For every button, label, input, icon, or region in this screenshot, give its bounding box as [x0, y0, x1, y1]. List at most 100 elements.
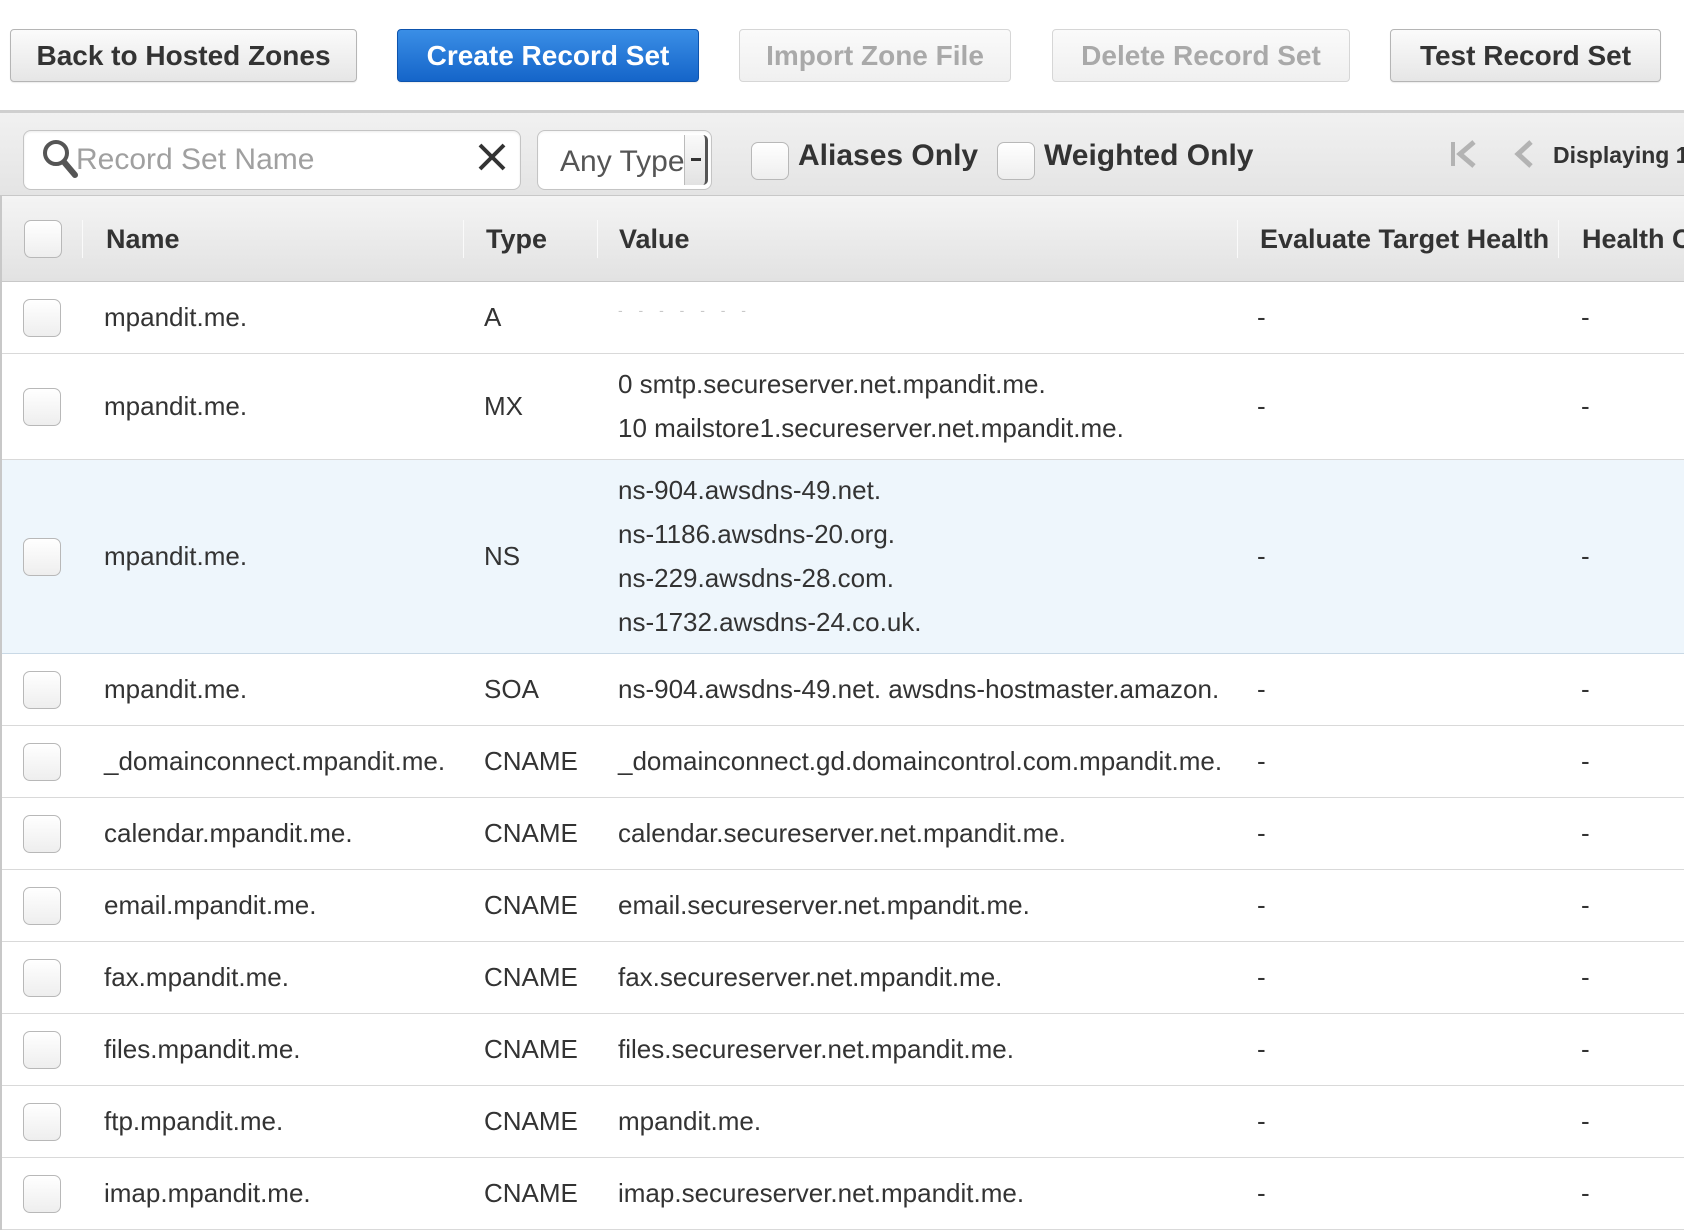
column-header-name[interactable]: Name — [106, 224, 180, 255]
row-checkbox[interactable] — [23, 1031, 61, 1069]
test-record-set-button[interactable]: Test Record Set — [1390, 29, 1661, 82]
row-checkbox[interactable] — [23, 887, 61, 925]
filter-bar: Any Type Aliases Only Weighted Only Disp… — [0, 110, 1684, 196]
row-checkbox[interactable] — [23, 1175, 61, 1213]
column-separator — [597, 220, 598, 258]
column-header-evaluate-target-health[interactable]: Evaluate Target Health — [1260, 224, 1549, 255]
health-check-value: - — [1581, 674, 1590, 704]
row-checkbox[interactable] — [23, 299, 61, 337]
evaluate-target-health-value: - — [1257, 302, 1266, 332]
record-name: mpandit.me. — [104, 541, 248, 571]
record-value-line: ns-1732.awsdns-24.co.uk. — [618, 607, 922, 637]
record-type: CNAME — [484, 890, 578, 920]
row-checkbox[interactable] — [23, 1103, 61, 1141]
row-checkbox[interactable] — [23, 959, 61, 997]
record-value-line: ns-229.awsdns-28.com. — [618, 563, 895, 593]
record-name: mpandit.me. — [104, 302, 248, 332]
record-type: NS — [484, 541, 521, 571]
record-set-name-search-input[interactable] — [76, 139, 456, 181]
record-value-line: ns-904.awsdns-49.net. awsdns-hostmaster.… — [618, 674, 1220, 704]
table-row[interactable]: mpandit.me. SOA - - ns-904.awsdns-49.net. aw… — [2, 654, 1684, 726]
evaluate-target-health-value: - — [1257, 890, 1266, 920]
record-value-line: files.secureserver.net.mpandit.me. — [618, 1034, 1014, 1064]
record-name: email.mpandit.me. — [104, 890, 317, 920]
row-checkbox[interactable] — [23, 538, 61, 576]
row-checkbox[interactable] — [23, 671, 61, 709]
table-row[interactable]: _domainconnect.mpandit.me. CNAME - - _domain… — [2, 726, 1684, 798]
pager-label: Displaying 1 — [1553, 142, 1684, 168]
health-check-value: - — [1581, 1034, 1590, 1064]
weighted-only-label: Weighted Only — [1044, 139, 1254, 172]
column-header-value[interactable]: Value — [619, 224, 690, 255]
health-check-value: - — [1581, 541, 1590, 571]
health-check-value: - — [1581, 962, 1590, 992]
record-type: SOA — [484, 674, 539, 704]
first-page-icon[interactable] — [1448, 137, 1482, 171]
record-name: imap.mpandit.me. — [104, 1178, 311, 1208]
record-value: fax.secureserver.net.mpandit.me. — [618, 962, 1002, 1006]
create-record-set-button[interactable]: Create Record Set — [397, 29, 699, 82]
evaluate-target-health-value: - — [1257, 391, 1266, 421]
import-zone-file-button[interactable]: Import Zone File — [739, 29, 1011, 82]
record-name: fax.mpandit.me. — [104, 962, 289, 992]
record-value-line: 0 smtp.secureserver.net.mpandit.me. — [618, 369, 1046, 399]
record-type: MX — [484, 391, 523, 421]
record-value-line: _domainconnect.gd.domaincontrol.com.mpan… — [618, 746, 1223, 776]
row-checkbox[interactable] — [23, 743, 61, 781]
evaluate-target-health-value: - — [1257, 1178, 1266, 1208]
health-check-value: - — [1581, 890, 1590, 920]
health-check-value: - — [1581, 391, 1590, 421]
table-row[interactable]: email.mpandit.me. CNAME - - email.secureserv… — [2, 870, 1684, 942]
record-value-line: imap.secureserver.net.mpandit.me. — [618, 1178, 1025, 1208]
record-value: - - - - - - - — [618, 302, 752, 346]
aliases-only-checkbox[interactable] — [751, 142, 789, 180]
column-header-type[interactable]: Type — [486, 224, 547, 255]
row-checkbox[interactable] — [23, 815, 61, 853]
back-to-hosted-zones-button[interactable]: Back to Hosted Zones — [10, 29, 357, 82]
delete-record-set-button[interactable]: Delete Record Set — [1052, 29, 1350, 82]
table-row[interactable]: mpandit.me. NS - - ns-904.awsdns-49.net. ns-1… — [2, 460, 1684, 654]
table-row[interactable]: imap.mpandit.me. CNAME - - imap.secureserver… — [2, 1158, 1684, 1230]
evaluate-target-health-value: - — [1257, 818, 1266, 848]
table-row[interactable]: calendar.mpandit.me. CNAME - - calendar.secu… — [2, 798, 1684, 870]
record-value-line: mpandit.me. — [618, 1106, 762, 1136]
record-type: A — [484, 302, 502, 332]
record-value: email.secureserver.net.mpandit.me. — [618, 890, 1030, 934]
column-separator — [1558, 220, 1559, 258]
evaluate-target-health-value: - — [1257, 746, 1266, 776]
record-value-line: 10 mailstore1.secureserver.net.mpandit.m… — [618, 413, 1124, 443]
record-set-table-body: mpandit.me. A - - - - - - - - - mpandit.me. MX… — [0, 282, 1684, 1230]
table-row[interactable]: fax.mpandit.me. CNAME - - fax.secureserver.n… — [2, 942, 1684, 1014]
table-row[interactable]: mpandit.me. A - - - - - - - - - — [2, 282, 1684, 354]
close-icon[interactable] — [474, 139, 510, 175]
record-type: CNAME — [484, 1106, 578, 1136]
evaluate-target-health-value: - — [1257, 1106, 1266, 1136]
record-value-line: email.secureserver.net.mpandit.me. — [618, 890, 1030, 920]
type-filter-value: Any Type — [560, 145, 685, 178]
health-check-value: - — [1581, 818, 1590, 848]
row-checkbox[interactable] — [23, 388, 61, 426]
weighted-only-checkbox[interactable] — [997, 142, 1035, 180]
record-value-line: ns-1186.awsdns-20.org. — [618, 519, 896, 549]
record-value-line: calendar.secureserver.net.mpandit.me. — [618, 818, 1067, 848]
table-row[interactable]: mpandit.me. MX - - 0 smtp.secureserver.net.m… — [2, 354, 1684, 460]
record-value: mpandit.me. — [618, 1106, 761, 1150]
record-value-line: fax.secureserver.net.mpandit.me. — [618, 962, 1003, 992]
type-filter-select[interactable]: Any Type — [537, 130, 712, 190]
record-value: ns-904.awsdns-49.net. awsdns-hostmaster.… — [618, 674, 1219, 718]
column-header-health-check[interactable]: Health C — [1582, 224, 1684, 255]
record-name: files.mpandit.me. — [104, 1034, 301, 1064]
record-type: CNAME — [484, 1034, 578, 1064]
select-all-checkbox[interactable] — [24, 220, 62, 258]
toolbar: Back to Hosted Zones Create Record Set I… — [0, 0, 1684, 110]
previous-page-icon[interactable] — [1512, 137, 1536, 171]
evaluate-target-health-value: - — [1257, 541, 1266, 571]
record-value: calendar.secureserver.net.mpandit.me. — [618, 818, 1066, 862]
table-row[interactable]: ftp.mpandit.me. CNAME - - mpandit.me. — [2, 1086, 1684, 1158]
column-separator — [1237, 220, 1238, 258]
evaluate-target-health-value: - — [1257, 674, 1266, 704]
column-separator — [463, 220, 464, 258]
record-type: CNAME — [484, 1178, 578, 1208]
evaluate-target-health-value: - — [1257, 1034, 1266, 1064]
table-row[interactable]: files.mpandit.me. CNAME - - files.secureserv… — [2, 1014, 1684, 1086]
